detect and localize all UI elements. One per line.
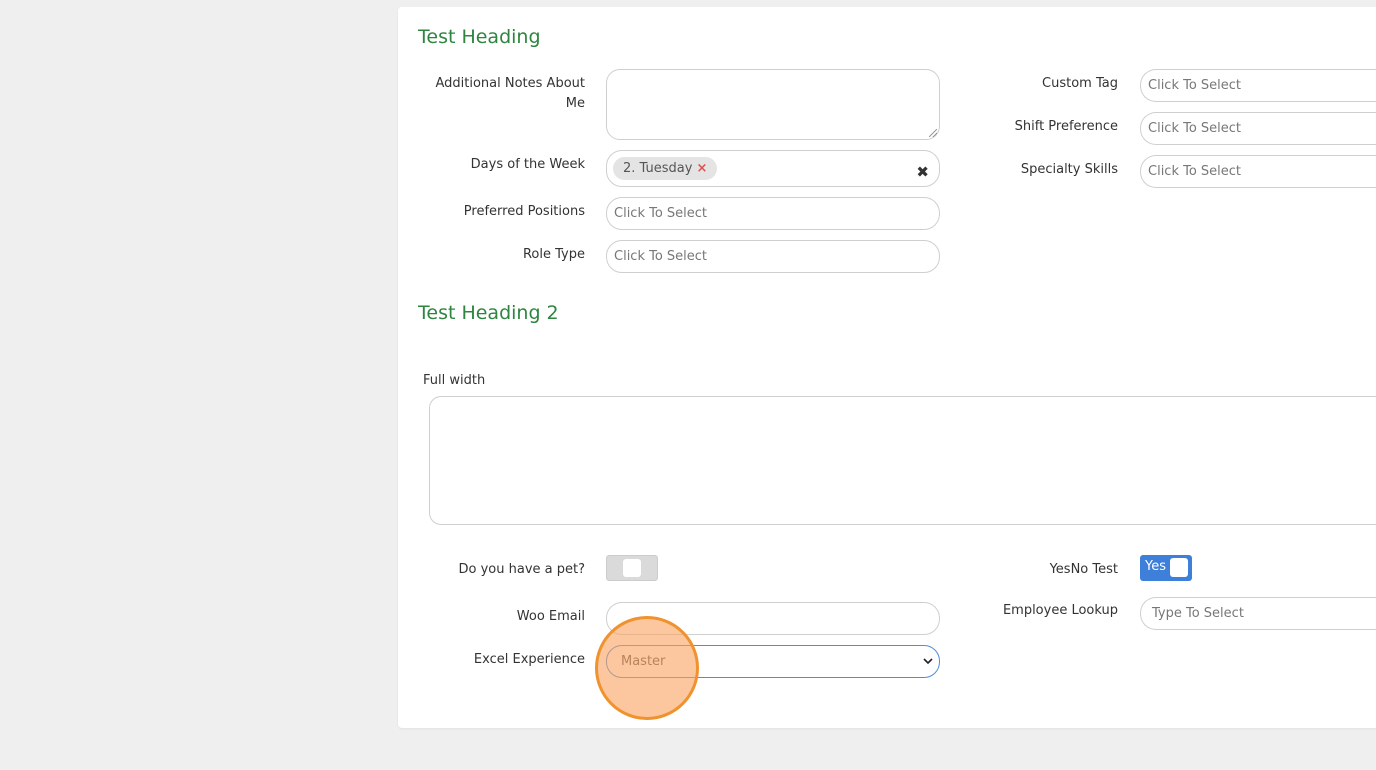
shift-preference-label: Shift Preference bbox=[1014, 119, 1118, 134]
role-type-label: Role Type bbox=[522, 247, 585, 262]
role-type-select[interactable]: Click To Select bbox=[606, 240, 940, 273]
chip-remove-icon[interactable]: × bbox=[696, 161, 707, 176]
custom-tag-select[interactable]: Click To Select bbox=[1140, 69, 1376, 102]
custom-tag-label: Custom Tag bbox=[1042, 76, 1118, 91]
employee-lookup-input[interactable]: Type To Select bbox=[1140, 597, 1376, 630]
yesno-toggle[interactable]: Yes bbox=[1140, 555, 1192, 581]
chip-label: 2. Tuesday bbox=[623, 161, 693, 176]
days-of-week-label: Days of the Week bbox=[470, 157, 585, 172]
preferred-positions-label: Preferred Positions bbox=[463, 204, 585, 219]
specialty-skills-label: Specialty Skills bbox=[1020, 162, 1118, 177]
section-heading-2: Test Heading 2 bbox=[418, 302, 559, 324]
full-width-textarea[interactable] bbox=[429, 396, 1376, 525]
toggle-knob bbox=[623, 559, 641, 577]
selected-day-chip: 2. Tuesday × bbox=[613, 157, 718, 180]
pet-toggle[interactable] bbox=[606, 555, 658, 581]
days-of-week-select[interactable]: 2. Tuesday × ✖ bbox=[606, 150, 940, 187]
shift-preference-select[interactable]: Click To Select bbox=[1140, 112, 1376, 145]
resize-grip-icon[interactable] bbox=[929, 129, 937, 137]
toggle-on-text: Yes bbox=[1145, 559, 1166, 574]
chevron-down-icon bbox=[923, 646, 933, 690]
excel-selected-value: Master bbox=[621, 654, 666, 669]
toggle-knob bbox=[1170, 558, 1188, 577]
section-heading-1: Test Heading bbox=[418, 26, 541, 48]
specialty-skills-select[interactable]: Click To Select bbox=[1140, 155, 1376, 188]
additional-notes-label: Additional Notes About Me bbox=[435, 76, 585, 111]
pet-label: Do you have a pet? bbox=[458, 562, 586, 577]
yesno-label: YesNo Test bbox=[1049, 562, 1118, 577]
additional-notes-textarea[interactable] bbox=[606, 69, 940, 140]
employee-lookup-label: Employee Lookup bbox=[1002, 603, 1118, 618]
clear-selection-icon[interactable]: ✖ bbox=[916, 157, 929, 186]
woo-email-label: Woo Email bbox=[516, 609, 585, 624]
woo-email-input[interactable] bbox=[606, 602, 940, 635]
excel-experience-select[interactable]: Master bbox=[606, 645, 940, 678]
full-width-label: Full width bbox=[423, 373, 486, 388]
excel-experience-label: Excel Experience bbox=[473, 652, 585, 667]
preferred-positions-select[interactable]: Click To Select bbox=[606, 197, 940, 230]
